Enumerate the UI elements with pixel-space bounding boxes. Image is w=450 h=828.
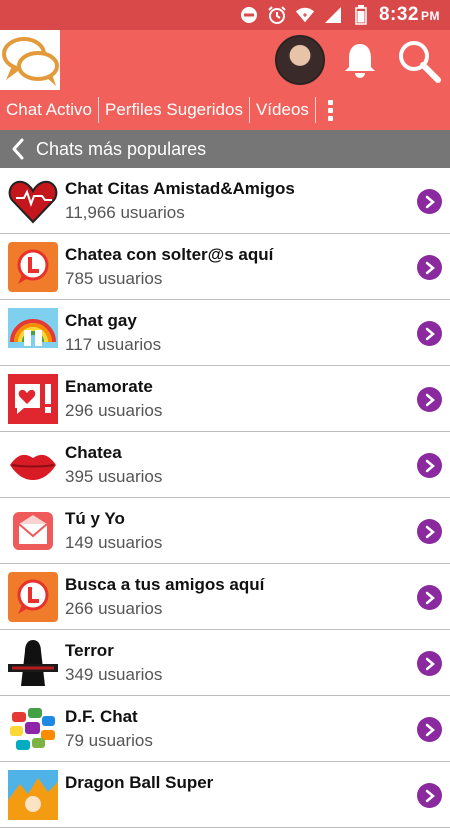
lips-icon xyxy=(8,440,58,490)
section-title: Chats más populares xyxy=(36,138,207,159)
heart-icon xyxy=(8,176,58,226)
anime-icon xyxy=(8,770,58,820)
chat-name: Enamorate xyxy=(65,377,153,396)
wifi-icon xyxy=(295,5,315,25)
tab-chat-activo[interactable]: Chat Activo xyxy=(0,97,98,123)
chat-name: Chat gay xyxy=(65,311,137,330)
list-item[interactable]: Terror 349 usuarios xyxy=(0,630,450,696)
chat-name: Terror xyxy=(65,641,114,660)
signal-icon xyxy=(323,5,343,25)
back-icon[interactable] xyxy=(0,130,36,168)
chat-users: 79 usuarios xyxy=(65,731,153,750)
chat-name: Chatea con solter@s aquí xyxy=(65,245,274,264)
chat-users: 117 usuarios xyxy=(65,335,162,354)
chevron-right-icon[interactable] xyxy=(417,189,442,214)
chat-users: 785 usuarios xyxy=(65,269,163,288)
chevron-right-icon[interactable] xyxy=(417,519,442,544)
list-item[interactable]: Chatea con solter@s aquí 785 usuarios xyxy=(0,234,450,300)
chat-l-icon xyxy=(8,242,58,292)
list-item[interactable]: Chat Citas Amistad&Amigos 11,966 usuario… xyxy=(0,168,450,234)
list-item[interactable]: D.F. Chat 79 usuarios xyxy=(0,696,450,762)
colorful-bubbles-icon xyxy=(8,704,58,754)
chat-users: 296 usuarios xyxy=(65,401,163,420)
avatar[interactable] xyxy=(275,35,325,85)
chevron-right-icon[interactable] xyxy=(417,255,442,280)
chat-users: 11,966 usuarios xyxy=(65,203,185,222)
tab-bar: Chat Activo Perfiles Sugeridos Vídeos xyxy=(0,90,450,130)
list-item[interactable]: Dragon Ball Super xyxy=(0,762,450,828)
search-icon[interactable] xyxy=(396,38,442,84)
chevron-right-icon[interactable] xyxy=(417,453,442,478)
section-header: Chats más populares xyxy=(0,130,450,168)
dnd-icon xyxy=(239,5,259,25)
chat-users: 266 usuarios xyxy=(65,599,163,618)
chat-name: D.F. Chat xyxy=(65,707,138,726)
chat-name: Busca a tus amigos aquí xyxy=(65,575,265,594)
chevron-right-icon[interactable] xyxy=(417,321,442,346)
more-menu-icon[interactable] xyxy=(316,90,346,130)
chevron-right-icon[interactable] xyxy=(417,387,442,412)
battery-icon xyxy=(351,5,371,25)
app-logo[interactable] xyxy=(0,30,60,90)
chat-name: Chat Citas Amistad&Amigos xyxy=(65,179,295,198)
chat-list: Chat Citas Amistad&Amigos 11,966 usuario… xyxy=(0,168,450,828)
chevron-right-icon[interactable] xyxy=(417,783,442,808)
bell-icon[interactable] xyxy=(340,40,380,80)
list-item[interactable]: Busca a tus amigos aquí 266 usuarios xyxy=(0,564,450,630)
tab-perfiles-sugeridos[interactable]: Perfiles Sugeridos xyxy=(99,97,249,123)
envelope-icon xyxy=(8,506,58,556)
love-bubble-icon xyxy=(8,374,58,424)
tab-videos[interactable]: Vídeos xyxy=(250,97,315,123)
alarm-icon xyxy=(267,5,287,25)
chat-users: 349 usuarios xyxy=(65,665,163,684)
app-header xyxy=(0,30,450,90)
chat-name: Chatea xyxy=(65,443,122,462)
clock: 8:32 PM xyxy=(378,4,440,25)
chat-l-icon xyxy=(8,572,58,622)
list-item[interactable]: Enamorate 296 usuarios xyxy=(0,366,450,432)
status-bar: 8:32 PM xyxy=(0,0,450,30)
chat-name: Tú y Yo xyxy=(65,509,125,528)
list-item[interactable]: Chat gay 117 usuarios xyxy=(0,300,450,366)
chat-name: Dragon Ball Super xyxy=(65,773,214,792)
rainbow-icon xyxy=(8,308,58,358)
list-item[interactable]: Chatea 395 usuarios xyxy=(0,432,450,498)
chevron-right-icon[interactable] xyxy=(417,717,442,742)
horror-figure-icon xyxy=(8,638,58,688)
chevron-right-icon[interactable] xyxy=(417,585,442,610)
list-item[interactable]: Tú y Yo 149 usuarios xyxy=(0,498,450,564)
chevron-right-icon[interactable] xyxy=(417,651,442,676)
chat-users: 149 usuarios xyxy=(65,533,163,552)
chat-users: 395 usuarios xyxy=(65,467,163,486)
